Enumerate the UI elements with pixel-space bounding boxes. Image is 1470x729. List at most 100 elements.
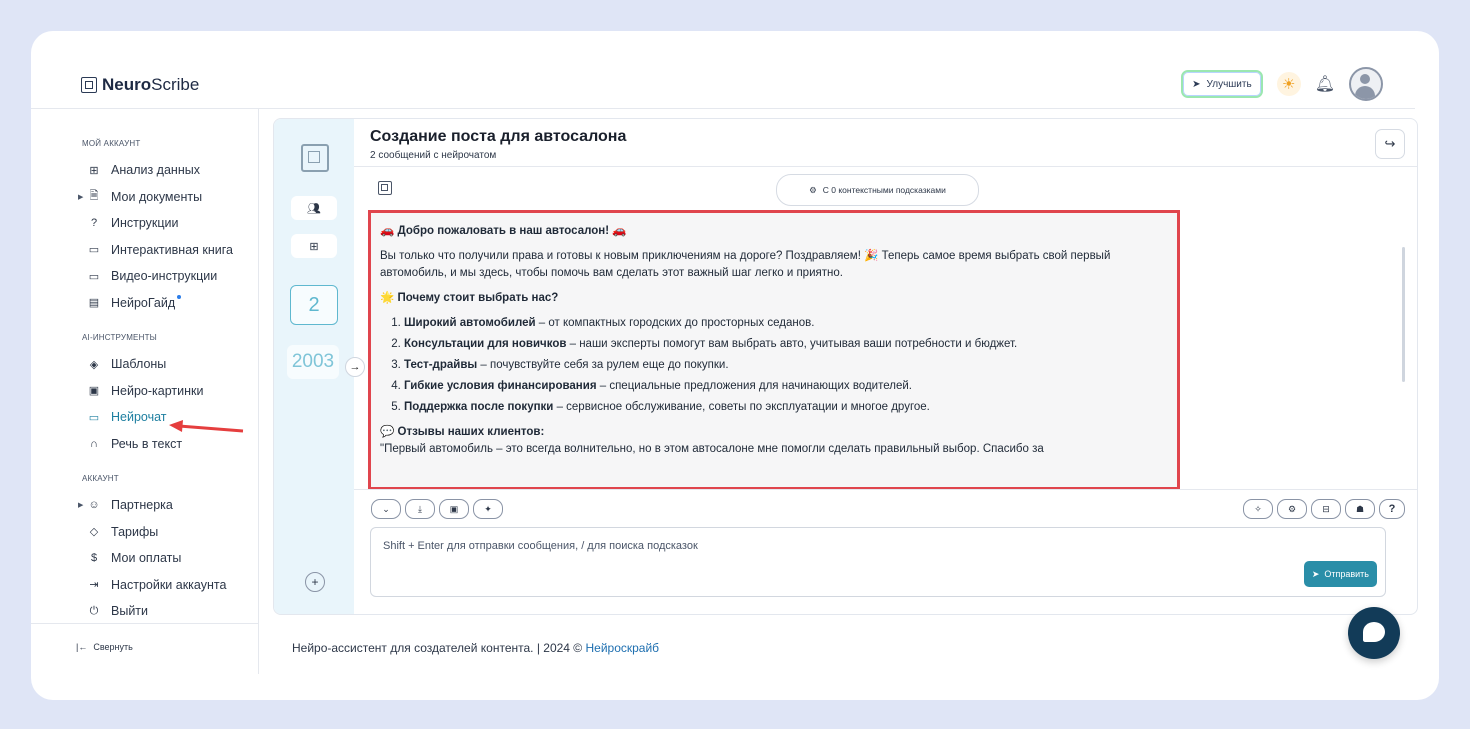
help-icon: ? xyxy=(90,217,98,230)
login-icon: ⇥ xyxy=(89,579,99,592)
magic-button[interactable]: ✦ xyxy=(473,499,503,519)
sidebar-item-data-analysis[interactable]: ⊞ Анализ данных xyxy=(81,157,281,184)
message-why-heading: 🌟 Почему стоит выбрать нас? xyxy=(380,292,559,304)
caret-right-icon: ▶ xyxy=(78,193,84,201)
image-icon: ▣ xyxy=(88,385,100,398)
message-input[interactable]: Shift + Enter для отправки сообщения, / … xyxy=(370,527,1386,597)
sidebar-item-label: Интерактивная книга xyxy=(111,242,233,257)
header-divider xyxy=(31,108,1415,109)
dollar-icon: $ xyxy=(90,552,98,565)
bot-button[interactable]: ☗ xyxy=(1345,499,1375,519)
sidebar-item-label: Шаблоны xyxy=(111,357,167,372)
book-icon: ▭ xyxy=(88,244,100,257)
sidebar-item-label: Анализ данных xyxy=(111,163,200,178)
download-icon: ⤓ xyxy=(418,503,422,514)
chat-panel: 👥︎ ⊞ 2 2003 → + Создание поста для автос… xyxy=(273,118,1418,615)
assistant-message-logo-icon xyxy=(378,181,392,195)
sidebar-item-instructions[interactable]: ? Инструкции xyxy=(81,210,281,237)
question-icon: ? xyxy=(1388,503,1396,515)
sidebar-item-account-settings[interactable]: ⇥ Настройки аккаунта xyxy=(81,572,281,599)
footer-link[interactable]: Нейроскрайб xyxy=(585,641,659,655)
chat-subtitle: 2 сообщений с нейрочатом xyxy=(370,150,497,161)
share-button[interactable]: ↪ xyxy=(1375,129,1405,159)
upgrade-button[interactable]: ➤ Улучшить xyxy=(1181,70,1263,98)
brand-name-bold: Neuro xyxy=(102,75,152,94)
sidebar-item-label: Настройки аккаунта xyxy=(111,577,227,592)
sidebar: МОЙ АККАУНТ ⊞ Анализ данных ▶ 🗎 Мои докумен… xyxy=(78,136,281,625)
grid-icon: ⊞ xyxy=(309,240,319,253)
sidebar-bottom-divider xyxy=(31,623,259,624)
sidebar-item-payments[interactable]: $ Мои оплаты xyxy=(81,545,281,572)
add-chat-button[interactable]: + xyxy=(305,572,325,592)
support-chat-button[interactable] xyxy=(1348,607,1400,659)
sidebar-item-tariffs[interactable]: ◇ Тарифы xyxy=(81,519,281,546)
image-icon: ▣ xyxy=(449,503,459,514)
message-list: Широкий автомобилей – от компактных горо… xyxy=(380,315,1168,416)
collapse-button[interactable]: ⌄ xyxy=(371,499,401,519)
chevrons-down-icon: ⌄ xyxy=(382,503,390,514)
theme-toggle-sun-icon[interactable]: ☀ xyxy=(1276,72,1301,96)
sidebar-item-label: Партнерка xyxy=(111,498,173,513)
user-avatar[interactable] xyxy=(1349,67,1383,101)
document-icon: 🗎 xyxy=(89,190,99,203)
magic-wand-icon: ✦ xyxy=(484,503,492,514)
gear-icon: ⚙ xyxy=(1287,503,1297,514)
sidebar-item-label: Речь в текст xyxy=(111,436,183,451)
notifications-bell-icon[interactable]: 🔔︎ xyxy=(1315,74,1335,94)
year-value: 2003 xyxy=(287,345,339,379)
sidebar-item-templates[interactable]: ◈ Шаблоны xyxy=(81,351,281,378)
composer-tools-left: ⌄ ⤓ ▣ ✦ xyxy=(371,499,503,519)
sidebar-item-logout[interactable]: ⏻ Выйти xyxy=(81,598,281,625)
sidebar-item-video-instructions[interactable]: ▭ Видео-инструкции xyxy=(81,263,281,290)
save-button[interactable]: ⤓ xyxy=(405,499,435,519)
sidebar-item-neuro-images[interactable]: ▣ Нейро-картинки xyxy=(81,378,281,405)
collapse-icon: |← xyxy=(76,642,88,652)
robot-icon: ☗ xyxy=(1355,503,1365,514)
sidebar-item-partners[interactable]: ▶ ☺ Партнерка xyxy=(78,492,281,519)
message-welcome: 🚗 Добро пожаловать в наш автосалон! 🚗 xyxy=(380,225,627,237)
sidebar-item-neuroguide[interactable]: ▤ НейроГайд xyxy=(81,290,281,317)
sidebar-section-title-account: МОЙ АККАУНТ xyxy=(82,139,141,148)
power-icon: ⏻ xyxy=(89,604,99,617)
users-button[interactable]: 👥︎ xyxy=(291,196,337,220)
footer: Нейро-ассистент для создателей контента.… xyxy=(292,641,659,655)
message-reviews-heading: 💬 Отзывы наших клиентов: xyxy=(380,426,545,438)
collapse-sidebar-button[interactable]: |← Свернуть xyxy=(76,642,133,652)
layout-icon: ⊟ xyxy=(1322,503,1330,514)
sidebar-item-interactive-book[interactable]: ▭ Интерактивная книга xyxy=(81,237,281,264)
composer-divider xyxy=(354,489,1417,490)
brand-logo[interactable]: Neuro Scribe xyxy=(81,75,199,95)
users-icon: 👥︎ xyxy=(307,202,321,215)
logo-icon xyxy=(81,77,97,93)
collapse-label: Свернуть xyxy=(93,642,133,652)
chat-scrollbar[interactable] xyxy=(1402,247,1405,382)
plugin-button[interactable]: ✧ xyxy=(1243,499,1273,519)
settings-button[interactable]: ⚙ xyxy=(1277,499,1307,519)
app-card: Neuro Scribe ➤ Улучшить ☀ 🔔︎ МОЙ АККАУНТ … xyxy=(31,31,1439,700)
guide-icon: ▤ xyxy=(88,297,100,310)
list-item: Консультации для новичков – наши эксперт… xyxy=(404,336,1168,353)
sidebar-item-label: Мои оплаты xyxy=(111,551,182,566)
message-intro: Вы только что получили права и готовы к … xyxy=(380,250,1111,279)
chat-header-divider xyxy=(354,166,1417,167)
message-count: 2 xyxy=(290,285,338,325)
send-label: Отправить xyxy=(1324,569,1369,579)
help-button[interactable]: ? xyxy=(1379,499,1405,519)
sidebar-item-label: Нейрочат xyxy=(111,410,167,425)
context-icon: ⚙ xyxy=(809,184,817,195)
message-review: "Первый автомобиль – это всегда волнител… xyxy=(380,443,1044,455)
header-actions: ➤ Улучшить ☀ 🔔︎ xyxy=(1181,67,1383,101)
upgrade-label: Улучшить xyxy=(1206,78,1252,90)
assistant-logo-icon xyxy=(301,144,329,172)
apps-button[interactable]: ⊞ xyxy=(291,234,337,258)
context-hints-button[interactable]: ⚙ С 0 контекстными подсказками xyxy=(776,174,979,206)
sidebar-item-my-documents[interactable]: ▶ 🗎 Мои документы xyxy=(78,184,281,211)
image-button[interactable]: ▣ xyxy=(439,499,469,519)
send-button[interactable]: ➤ Отправить xyxy=(1303,561,1377,587)
list-item: Широкий автомобилей – от компактных горо… xyxy=(404,315,1168,332)
share-icon: ↪ xyxy=(1384,136,1396,151)
template-button[interactable]: ⊟ xyxy=(1311,499,1341,519)
footer-text: Нейро-ассистент для создателей контента.… xyxy=(292,641,586,655)
list-item: Тест-драйвы – почувствуйте себя за рулем… xyxy=(404,357,1168,374)
expand-arrow-icon[interactable]: → xyxy=(345,357,365,377)
